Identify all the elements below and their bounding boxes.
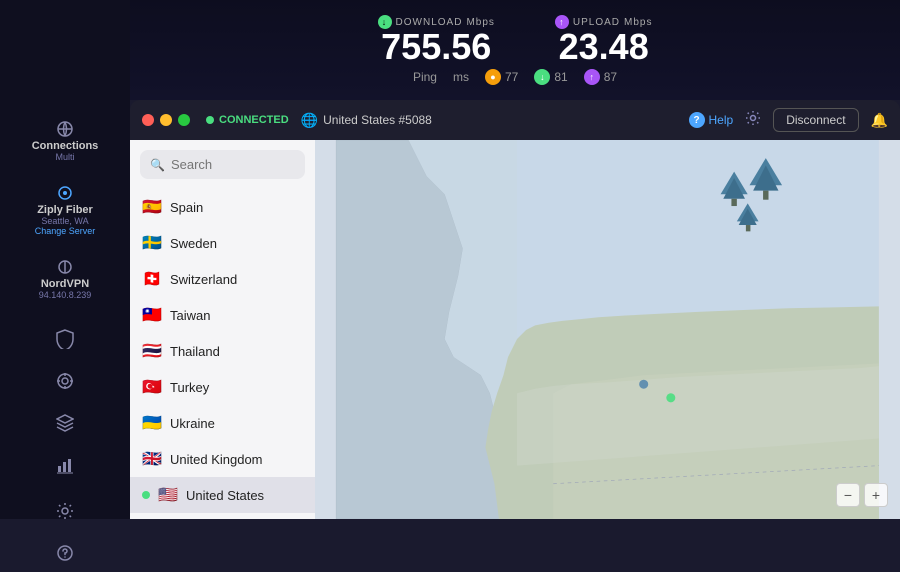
minimize-button[interactable]	[160, 114, 172, 126]
vpn-label: NordVPN	[41, 278, 89, 290]
ping-gold-icon: ●	[485, 69, 501, 85]
target-icon	[54, 370, 76, 392]
sidebar-item-vpn[interactable]: NordVPN 94.140.8.239	[0, 248, 130, 308]
country-name: United Kingdom	[170, 452, 263, 467]
country-item[interactable]: 🇬🇧 United Kingdom	[130, 441, 315, 477]
country-item[interactable]: 🇻🇳Vietnam	[130, 513, 315, 519]
upload-ping: 87	[604, 70, 617, 84]
search-box[interactable]: 🔍	[140, 150, 305, 179]
upload-stat: ↑ UPLOAD Mbps 23.48	[555, 15, 653, 65]
disconnect-button[interactable]: Disconnect	[773, 108, 858, 132]
country-flag: 🇹🇷	[142, 377, 162, 397]
country-flag: 🇸🇪	[142, 233, 162, 253]
connections-icon	[54, 118, 76, 140]
country-item[interactable]: 🇺🇦 Ukraine	[130, 405, 315, 441]
isp-location: Seattle, WA	[41, 216, 88, 226]
country-flag: 🇬🇧	[142, 449, 162, 469]
close-button[interactable]	[142, 114, 154, 126]
ping-green-icon: ↓	[534, 69, 550, 85]
bell-icon[interactable]: 🔔	[871, 112, 888, 129]
connected-dot	[206, 116, 214, 124]
country-name: Taiwan	[170, 308, 210, 323]
ping-label: Ping	[413, 70, 437, 84]
globe-icon: 🌐	[301, 112, 318, 129]
country-name: Turkey	[170, 380, 209, 395]
help-label: Help	[709, 113, 734, 127]
maximize-button[interactable]	[178, 114, 190, 126]
server-name: 🌐 United States #5088	[301, 112, 432, 129]
shield-icon	[54, 328, 76, 350]
country-name: Ukraine	[170, 416, 215, 431]
country-flag: 🇺🇸	[158, 485, 178, 505]
upload-value: 23.48	[559, 29, 649, 65]
connections-sub: Multi	[55, 152, 74, 162]
country-name: Switzerland	[170, 272, 237, 287]
isp-label: Ziply Fiber	[37, 204, 93, 216]
ping-download: ● 77	[485, 69, 518, 85]
country-name: Sweden	[170, 236, 217, 251]
sidebar-item-shield[interactable]	[0, 320, 130, 358]
sidebar-item-target[interactable]	[0, 362, 130, 400]
help-button[interactable]: ? Help	[689, 112, 734, 128]
sidebar-item-help[interactable]	[0, 534, 130, 572]
layers-icon	[54, 412, 76, 434]
ping-unit: ms	[453, 70, 469, 84]
connections-label: Connections	[32, 140, 99, 152]
ping-purple-icon: ↑	[584, 69, 600, 85]
download-stat: ↓ DOWNLOAD Mbps 755.56	[378, 15, 495, 65]
country-flag: 🇪🇸	[142, 197, 162, 217]
country-flag: 🇹🇭	[142, 341, 162, 361]
country-name: Thailand	[170, 344, 220, 359]
country-flag: 🇨🇭	[142, 269, 162, 289]
country-flag: 🇹🇼	[142, 305, 162, 325]
help-icon: ?	[689, 112, 705, 128]
chart-icon	[54, 454, 76, 476]
sidebar-item-isp[interactable]: Ziply Fiber Seattle, WA Change Server	[0, 174, 130, 244]
titlebar: CONNECTED 🌐 United States #5088 ? Help D…	[130, 100, 900, 140]
country-item[interactable]: 🇹🇭 Thailand	[130, 333, 315, 369]
settings-gear-icon[interactable]	[745, 110, 761, 131]
map-controls: − +	[836, 483, 888, 507]
search-icon: 🔍	[150, 158, 165, 172]
country-item[interactable]: 🇺🇸 United States	[130, 477, 315, 513]
active-dot	[142, 491, 150, 499]
sidebar-item-connections[interactable]: Connections Multi	[0, 110, 130, 170]
search-input[interactable]	[171, 157, 295, 172]
zoom-in-button[interactable]: +	[864, 483, 888, 507]
vpn-ip: 94.140.8.239	[39, 290, 92, 300]
country-flag: 🇺🇦	[142, 413, 162, 433]
download-value: 755.56	[381, 29, 491, 65]
connected-text: CONNECTED	[219, 114, 289, 126]
traffic-lights	[142, 114, 190, 126]
isp-icon	[54, 182, 76, 204]
ping-upload2: ↑ 87	[584, 69, 617, 85]
server-name-text: United States #5088	[323, 113, 432, 127]
countries-panel: 🔍 🇪🇸 Spain 🇸🇪 Sweden 🇨🇭 Switzerland 🇹🇼 Taiwan 🇹🇭…	[130, 140, 315, 519]
sidebar-item-settings[interactable]	[0, 492, 130, 530]
change-server-link[interactable]: Change Server	[35, 226, 96, 236]
map-area: − +	[315, 140, 900, 519]
sidebar-item-chart[interactable]	[0, 446, 130, 484]
ping-value: 77	[505, 70, 518, 84]
country-item[interactable]: 🇸🇪 Sweden	[130, 225, 315, 261]
country-name: Spain	[170, 200, 203, 215]
download-ping: 81	[554, 70, 567, 84]
countries-list: 🇪🇸 Spain 🇸🇪 Sweden 🇨🇭 Switzerland 🇹🇼 Taiwan 🇹🇭 Th…	[130, 189, 315, 519]
country-item[interactable]: 🇨🇭 Switzerland	[130, 261, 315, 297]
country-item[interactable]: 🇹🇷 Turkey	[130, 369, 315, 405]
help-circle-icon	[54, 542, 76, 564]
connected-badge: CONNECTED	[206, 114, 289, 126]
vpn-icon	[54, 256, 76, 278]
country-item[interactable]: 🇪🇸 Spain	[130, 189, 315, 225]
zoom-out-button[interactable]: −	[836, 483, 860, 507]
country-name: United States	[186, 488, 264, 503]
ping-download2: ↓ 81	[534, 69, 567, 85]
sidebar-item-layers[interactable]	[0, 404, 130, 442]
country-item[interactable]: 🇹🇼 Taiwan	[130, 297, 315, 333]
